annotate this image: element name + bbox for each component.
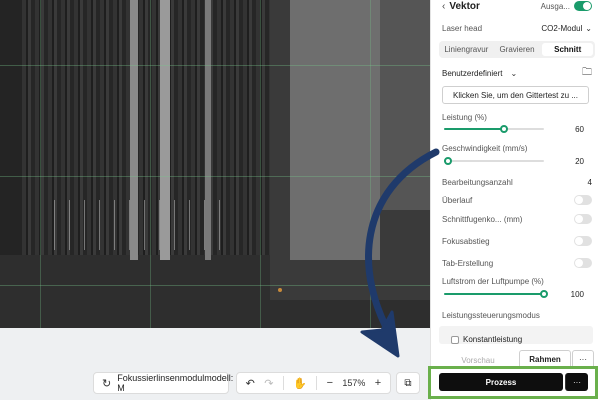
overlap-label: Überlauf: [442, 195, 473, 205]
preset-select[interactable]: Benutzerdefiniert: [442, 69, 502, 78]
tab-liniengravur[interactable]: Liniengravur: [441, 43, 492, 56]
output-toggle[interactable]: [574, 1, 592, 11]
toolbar-divider: [282, 376, 284, 390]
constant-power-label: Konstantleistung: [463, 335, 523, 344]
metal-plate-edge: [380, 0, 430, 210]
overlap-toggle[interactable]: [574, 195, 592, 205]
output-label: Ausga...: [540, 1, 570, 11]
power-slider-fill: [444, 128, 504, 130]
laser-origin-dot: [278, 288, 282, 292]
passes-label: Bearbeitungsanzahl: [442, 177, 513, 187]
grid-line: [0, 285, 430, 286]
tab-creation-row: Tab-Erstellung: [442, 257, 592, 269]
settings-panel: ‹ Vektor Ausga... Laser head CO2-Modul ⌄…: [430, 0, 600, 400]
hand-pan-icon[interactable]: ✋: [293, 377, 307, 390]
constant-power-checkbox[interactable]: [451, 336, 459, 344]
zoom-in-icon[interactable]: +: [375, 377, 381, 389]
air-pump-slider-handle[interactable]: [540, 290, 548, 298]
tab-schnitt[interactable]: Schnitt: [542, 43, 594, 56]
air-pump-slider[interactable]: [444, 290, 548, 298]
lens-module-label: Fokussierlinsenmodulmodell: M: [117, 373, 234, 393]
lens-module-button[interactable]: ↻ Fokussierlinsenmodulmodell: M: [93, 372, 233, 394]
grid-line: [0, 176, 430, 177]
save-preset-icon[interactable]: 🗀: [582, 65, 592, 82]
process-more-button[interactable]: ···: [565, 373, 588, 391]
grid-test-button[interactable]: Klicken Sie, um den Gittertest zu ...: [442, 86, 589, 104]
power-slider[interactable]: [444, 125, 544, 133]
power-control-label: Leistungssteuerungsmodus: [442, 311, 540, 320]
tab-creation-label: Tab-Erstellung: [442, 258, 494, 268]
laser-head-row: Laser head CO2-Modul ⌄: [442, 22, 592, 34]
camera-preview: [0, 0, 430, 328]
process-button[interactable]: Prozess: [439, 373, 563, 391]
kerf-toggle[interactable]: [574, 214, 592, 224]
air-pump-label: Luftstrom der Luftpumpe (%): [442, 277, 544, 286]
panel-title: Vektor: [449, 0, 480, 12]
speed-value[interactable]: 20: [575, 157, 584, 166]
process-highlight: Prozess ···: [428, 366, 598, 399]
speed-slider[interactable]: [444, 157, 544, 165]
grid-line: [40, 0, 41, 328]
air-pump-value[interactable]: 100: [571, 290, 584, 299]
laser-head-select[interactable]: CO2-Modul: [541, 24, 582, 33]
metal-plate-inner: [290, 0, 380, 260]
overlap-row: Überlauf: [442, 194, 592, 206]
laser-head-label: Laser head: [442, 23, 483, 33]
tab-gravieren[interactable]: Gravieren: [492, 43, 543, 56]
focus-step-toggle[interactable]: [574, 236, 592, 246]
speed-label: Geschwindigkeit (mm/s): [442, 144, 528, 153]
view-toolbar: ↶ ↷ ✋ − 157% +: [236, 372, 391, 394]
toolbar-divider: [316, 376, 318, 390]
kerf-label: Schnittfugenko... (mm): [442, 214, 523, 224]
power-label: Leistung (%): [442, 113, 487, 122]
power-slider-handle[interactable]: [500, 125, 508, 133]
process-type-tabs: Liniengravur Gravieren Schnitt: [439, 41, 595, 58]
undo-icon[interactable]: ↶: [246, 377, 255, 390]
zoom-level: 157%: [342, 378, 366, 388]
grid-line: [150, 0, 151, 328]
panel-header: ‹ Vektor Ausga...: [442, 0, 592, 12]
power-control-box: Konstantleistung: [439, 326, 593, 344]
grid-line: [0, 65, 430, 66]
refresh-icon[interactable]: ↻: [102, 377, 111, 390]
chevron-left-icon[interactable]: ‹: [442, 1, 445, 12]
cut-marks: [40, 200, 230, 250]
chevron-down-icon[interactable]: ⌄: [510, 69, 517, 78]
preset-row: Benutzerdefiniert ⌄ 🗀: [442, 66, 592, 80]
copy-button[interactable]: ⧉: [396, 372, 420, 394]
passes-value[interactable]: 4: [588, 178, 592, 187]
redo-icon[interactable]: ↷: [264, 377, 273, 390]
passes-row: Bearbeitungsanzahl 4: [442, 176, 592, 188]
copy-icon: ⧉: [404, 377, 412, 389]
zoom-out-icon[interactable]: −: [327, 377, 333, 389]
focus-step-row: Fokusabstieg: [442, 235, 592, 247]
focus-step-label: Fokusabstieg: [442, 236, 490, 246]
speed-slider-handle[interactable]: [444, 157, 452, 165]
chevron-down-icon[interactable]: ⌄: [585, 24, 592, 33]
kerf-row: Schnittfugenko... (mm): [442, 213, 592, 225]
power-value[interactable]: 60: [575, 125, 584, 134]
grid-line: [370, 0, 371, 328]
grid-line: [260, 0, 261, 328]
air-pump-slider-fill: [444, 293, 544, 295]
workspace-canvas[interactable]: [0, 0, 430, 400]
tab-creation-toggle[interactable]: [574, 258, 592, 268]
